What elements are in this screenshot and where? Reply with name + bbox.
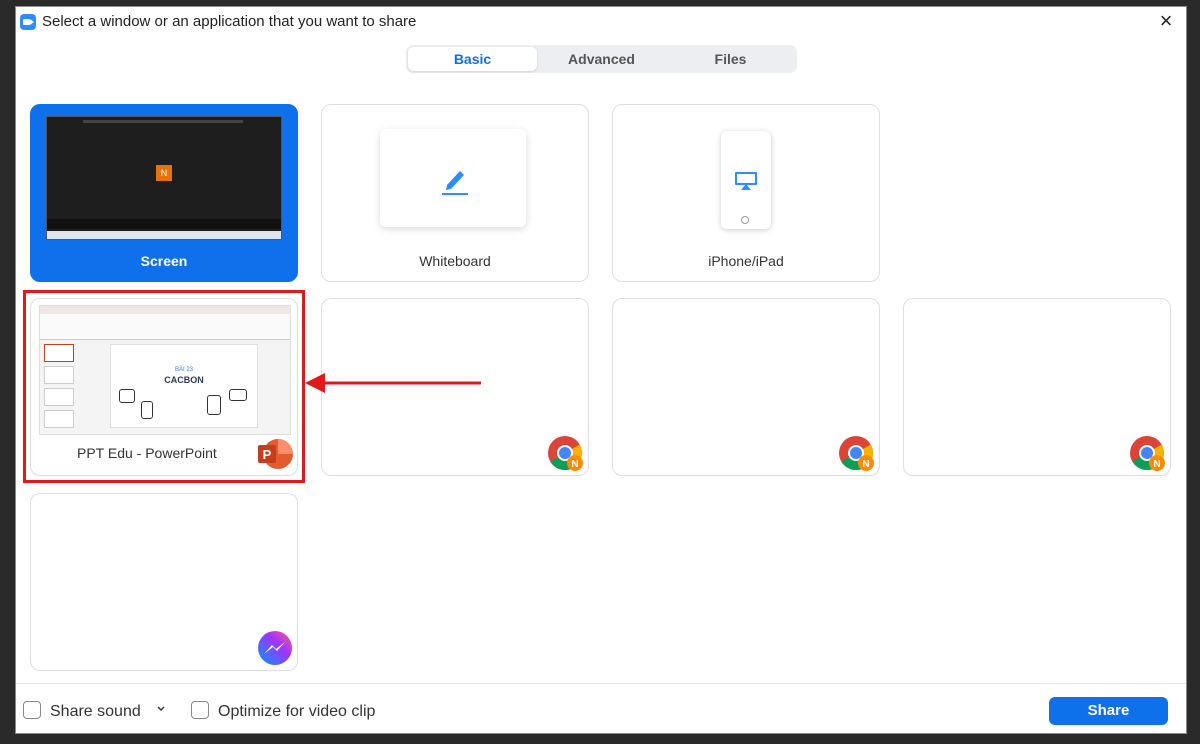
share-option-chrome-window-3[interactable]: N	[903, 298, 1171, 476]
tab-basic[interactable]: Basic	[408, 47, 537, 71]
iphone-label: iPhone/iPad	[708, 253, 784, 269]
whiteboard-label: Whiteboard	[419, 253, 491, 269]
selection-highlight-box	[23, 290, 305, 483]
share-sound-label[interactable]: Share sound	[50, 703, 141, 721]
chrome-icon: N	[1130, 436, 1165, 471]
home-button-icon	[741, 216, 749, 224]
optimize-video-label[interactable]: Optimize for video clip	[218, 703, 375, 721]
messenger-icon	[258, 631, 292, 665]
screen-label: Screen	[140, 253, 188, 269]
share-option-chrome-window-2[interactable]: N	[612, 298, 880, 476]
chrome-icon: N	[839, 436, 874, 471]
pointer-arrow	[305, 373, 481, 393]
window-title: Select a window or an application that y…	[42, 13, 417, 30]
share-option-messenger[interactable]	[30, 493, 298, 671]
optimize-video-checkbox[interactable]	[191, 701, 209, 719]
close-button[interactable]: ×	[1154, 9, 1178, 33]
tab-files[interactable]: Files	[666, 47, 795, 71]
whiteboard-preview	[380, 129, 526, 227]
phone-preview	[721, 131, 771, 229]
tab-advanced[interactable]: Advanced	[537, 47, 666, 71]
footer-divider	[16, 683, 1186, 684]
chevron-down-icon[interactable]	[155, 703, 167, 715]
share-button[interactable]: Share	[1049, 697, 1168, 725]
share-option-iphone-ipad[interactable]: iPhone/iPad	[612, 104, 880, 282]
share-tabs: Basic Advanced Files	[406, 45, 797, 73]
profile-badge-letter: N	[1153, 459, 1160, 470]
share-option-screen[interactable]: N Screen	[30, 104, 298, 282]
title-bar: Select a window or an application that y…	[16, 7, 1186, 37]
share-sound-checkbox[interactable]	[23, 701, 41, 719]
chrome-icon: N	[548, 436, 583, 471]
profile-badge-letter: N	[862, 459, 869, 470]
avatar: N	[156, 165, 172, 181]
profile-badge-letter: N	[571, 459, 578, 470]
screen-preview: N	[46, 116, 282, 240]
share-option-whiteboard[interactable]: Whiteboard	[321, 104, 589, 282]
zoom-app-icon	[20, 14, 36, 30]
pencil-icon	[442, 171, 468, 195]
airplay-icon	[735, 172, 757, 190]
